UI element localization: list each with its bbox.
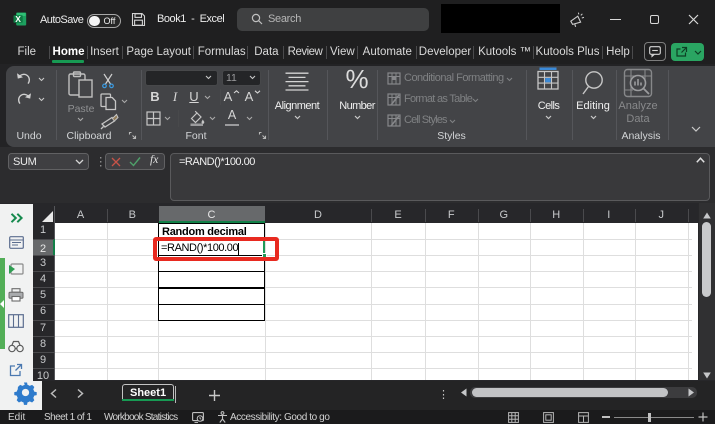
svg-text:X: X: [15, 14, 21, 24]
